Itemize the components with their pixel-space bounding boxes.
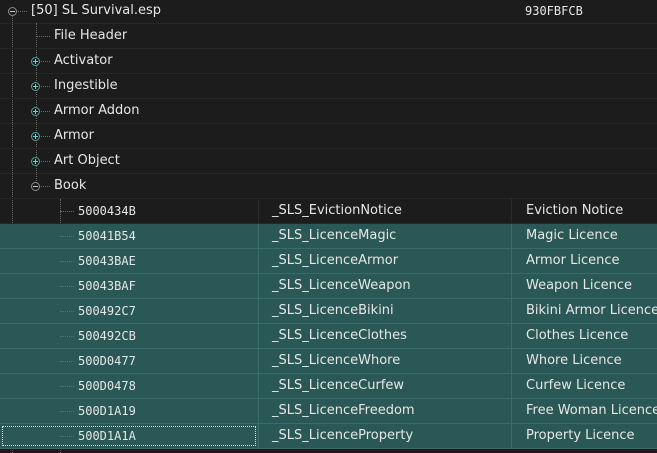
- group-row-art-object[interactable]: Art Object: [0, 149, 657, 174]
- record-tree-view[interactable]: [50] SL Survival.esp 930FBFCB File Heade…: [0, 0, 657, 453]
- record-editor-id: _SLS_LicenceCurfew: [258, 374, 511, 398]
- record-row[interactable]: 50043BAF _SLS_LicenceWeapon Weapon Licence: [0, 274, 657, 299]
- record-formid: 500D0478: [78, 379, 136, 393]
- record-row[interactable]: 500D1A1A _SLS_LicenceProperty Property Lic…: [0, 424, 657, 449]
- record-formid: 500492CB: [78, 329, 136, 343]
- group-row-file-header[interactable]: File Header: [0, 24, 657, 49]
- record-name: Property Licence: [511, 424, 657, 448]
- record-formid: 50043BAF: [78, 279, 136, 293]
- record-row[interactable]: 500D0478 _SLS_LicenceCurfew Curfew Licence: [0, 374, 657, 399]
- record-name: Weapon Licence: [511, 274, 657, 298]
- expand-icon[interactable]: [31, 107, 40, 116]
- record-editor-id: _SLS_LicenceArmor: [258, 249, 511, 273]
- record-editor-id: _SLS_LicenceMagic: [258, 224, 511, 248]
- tree-connector: [41, 136, 50, 137]
- record-name: Curfew Licence: [511, 374, 657, 398]
- record-row[interactable]: 500492CB _SLS_LicenceClothes Clothes Licen…: [0, 324, 657, 349]
- record-formid: 50041B54: [78, 229, 136, 243]
- expand-icon[interactable]: [31, 132, 40, 141]
- group-label: Armor Addon: [54, 103, 140, 118]
- record-row[interactable]: 500492C7 _SLS_LicenceBikini Bikini Armor L…: [0, 299, 657, 324]
- group-label: Armor: [54, 128, 94, 143]
- tree-connector: [60, 261, 74, 262]
- tree-connector: [60, 211, 74, 212]
- collapse-icon[interactable]: [8, 7, 17, 16]
- record-name: Whore Licence: [511, 349, 657, 373]
- collapse-icon[interactable]: [31, 182, 40, 191]
- group-row-armor[interactable]: Armor: [0, 124, 657, 149]
- expand-icon[interactable]: [31, 57, 40, 66]
- tree-connector: [60, 336, 74, 337]
- tree-connector: [36, 36, 50, 37]
- tree-connector: [60, 286, 74, 287]
- record-formid: 500D0477: [78, 354, 136, 368]
- record-row[interactable]: 50043BAE _SLS_LicenceArmor Armor Licence: [0, 249, 657, 274]
- tree-connector: [60, 311, 74, 312]
- tree-connector: [60, 386, 74, 387]
- record-editor-id: _SLS_LicenceBikini: [258, 299, 511, 323]
- record-name: Free Woman Licence: [511, 399, 657, 423]
- tree-connector: [18, 11, 27, 12]
- group-label: Activator: [54, 53, 113, 68]
- record-name: Clothes Licence: [511, 324, 657, 348]
- record-formid: 500D1A19: [78, 404, 136, 418]
- tree-connector: [41, 186, 50, 187]
- tree-connector: [41, 161, 50, 162]
- record-row[interactable]: 50041B54 _SLS_LicenceMagic Magic Licence: [0, 224, 657, 249]
- record-formid: 5000434B: [78, 204, 136, 218]
- record-editor-id: _SLS_LicenceProperty: [258, 424, 511, 448]
- tree-connector: [60, 361, 74, 362]
- expand-icon[interactable]: [31, 157, 40, 166]
- group-label: Book: [54, 178, 87, 193]
- group-label: Ingestible: [54, 78, 118, 93]
- group-row-ingestible[interactable]: Ingestible: [0, 74, 657, 99]
- group-label: Art Object: [54, 153, 120, 168]
- group-row-activator[interactable]: Activator: [0, 49, 657, 74]
- record-row[interactable]: 500D0477 _SLS_LicenceWhore Whore Licence: [0, 349, 657, 374]
- record-editor-id: _SLS_LicenceFreedom: [258, 399, 511, 423]
- plugin-formid: 930FBFCB: [525, 4, 583, 18]
- tree-connector: [41, 86, 50, 87]
- record-editor-id: _SLS_LicenceClothes: [258, 324, 511, 348]
- record-row[interactable]: 500D1A19 _SLS_LicenceFreedom Free Woman Li…: [0, 399, 657, 424]
- tree-connector: [60, 236, 74, 237]
- record-formid: 500D1A1A: [0, 424, 258, 448]
- tree-connector: [60, 411, 74, 412]
- group-label: File Header: [54, 28, 128, 43]
- expand-icon[interactable]: [31, 82, 40, 91]
- record-editor-id: _SLS_LicenceWhore: [258, 349, 511, 373]
- record-name: Bikini Armor Licence: [511, 299, 657, 323]
- plugin-row[interactable]: [50] SL Survival.esp 930FBFCB: [0, 0, 657, 24]
- record-formid: 50043BAE: [78, 254, 136, 268]
- plugin-label: [50] SL Survival.esp: [31, 3, 162, 18]
- record-name: Eviction Notice: [511, 199, 657, 223]
- record-editor-id: _SLS_LicenceWeapon: [258, 274, 511, 298]
- record-name: Magic Licence: [511, 224, 657, 248]
- record-row[interactable]: 5000434B _SLS_EvictionNotice Eviction Noti…: [0, 199, 657, 224]
- group-row-armor-addon[interactable]: Armor Addon: [0, 99, 657, 124]
- record-name: Armor Licence: [511, 249, 657, 273]
- group-row-book[interactable]: Book: [0, 174, 657, 199]
- tree-connector: [41, 111, 50, 112]
- record-editor-id: _SLS_EvictionNotice: [258, 199, 511, 223]
- tree-connector: [41, 61, 50, 62]
- record-formid: 500492C7: [78, 304, 136, 318]
